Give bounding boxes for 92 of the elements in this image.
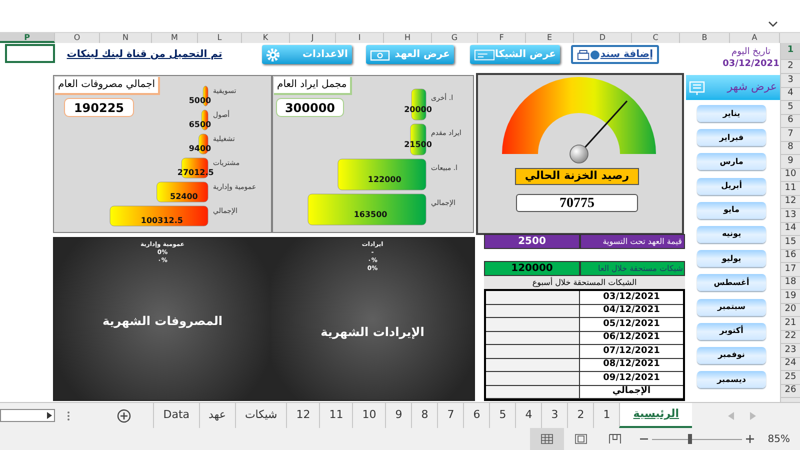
table-cell-text: 08/12/2021: [602, 358, 661, 371]
row-header[interactable]: 5: [781, 101, 800, 114]
download-link[interactable]: تم التحميل من قناة لينك لينكات: [52, 47, 237, 62]
bar-value-label: 21500: [404, 140, 432, 149]
page-layout-icon: [574, 434, 587, 444]
row-header[interactable]: 22: [781, 330, 800, 344]
month-button[interactable]: يوليو: [697, 250, 766, 268]
month-button[interactable]: أكتوبر: [697, 322, 766, 340]
row-header[interactable]: 19: [781, 290, 800, 304]
panel-title: مجمل ايراد العام: [274, 77, 352, 95]
row-header[interactable]: 3: [781, 74, 800, 88]
date-label: تاريخ اليوم: [732, 46, 770, 58]
needle-knob: [570, 144, 588, 164]
month-button[interactable]: أغسطس: [697, 274, 766, 292]
row-header[interactable]: 8: [781, 142, 800, 155]
panel-title: اجمالي مصروفات العام: [55, 77, 160, 95]
view-button[interactable]: [530, 428, 564, 450]
row-header[interactable]: 18: [781, 276, 800, 290]
selected-cell[interactable]: [5, 44, 55, 63]
row-header[interactable]: 6: [781, 114, 800, 128]
total-box: 300000: [276, 98, 344, 117]
row-header[interactable]: 2: [781, 60, 800, 74]
grid-icon: [540, 434, 553, 444]
horizontal-scrollbar[interactable]: [0, 409, 55, 422]
banknote-icon: [370, 48, 390, 60]
row-header[interactable]: 10: [781, 168, 800, 182]
page-break-icon: [608, 434, 621, 444]
zoom-in-icon[interactable]: [746, 435, 754, 443]
slider-thumb[interactable]: [688, 434, 692, 444]
table-cell: 120000: [484, 261, 580, 276]
table-cell-text: 05/12/2021: [602, 318, 661, 330]
row-header[interactable]: 15: [781, 236, 800, 250]
row-header[interactable]: 23: [781, 344, 800, 358]
bar-value-label: 20000: [404, 105, 432, 114]
row-header[interactable]: 21: [781, 317, 800, 330]
month-button[interactable]: يونيه: [697, 226, 766, 243]
month-button[interactable]: فبراير: [697, 129, 766, 146]
more-icon[interactable]: [67, 410, 70, 420]
row-header[interactable]: 24: [781, 358, 800, 371]
month-view-button[interactable]: عرض شهر: [686, 75, 780, 100]
row-header[interactable]: 26: [781, 384, 800, 398]
total-box: 190225: [64, 98, 134, 117]
row-header[interactable]: 4: [781, 88, 800, 101]
row-header[interactable]: 11: [781, 182, 800, 196]
arrow-right-icon[interactable]: [47, 412, 52, 419]
row-header[interactable]: 12: [781, 196, 800, 209]
table-cell-text: 03/12/2021: [602, 291, 661, 304]
table-cell: شيكات مستحقة خلال العا: [580, 261, 685, 276]
list-icon: [689, 80, 705, 94]
bar-value-label: 52400: [170, 192, 198, 201]
column-header[interactable]: P: [0, 33, 55, 43]
date-value: 03/12/2021: [722, 58, 780, 70]
row-header[interactable]: 20: [781, 304, 800, 317]
table-cell-text: 04/12/2021: [602, 304, 661, 317]
settings-icon: [266, 48, 280, 62]
chart-title: المصروفات الشهرية: [101, 313, 224, 330]
table-cell-text: الإجمالي: [611, 386, 652, 398]
table-cell-text: 09/12/2021: [602, 372, 661, 384]
row-header[interactable]: 1: [781, 43, 800, 60]
chevron-down-icon[interactable]: [768, 21, 778, 27]
row-header[interactable]: 9: [781, 155, 800, 168]
month-button[interactable]: يناير: [697, 105, 766, 122]
bar: [156, 182, 208, 202]
cheque-icon: [474, 48, 495, 60]
toolbar-button[interactable]: إضافة سند: [571, 45, 659, 64]
table-cell: 2500: [484, 234, 580, 249]
bar-value-label: 122000: [368, 175, 402, 184]
bar-value-label: 163500: [354, 210, 388, 219]
chart-title: الإيرادات الشهرية: [320, 324, 426, 341]
sheet-tab[interactable]: الرئيسية: [619, 403, 692, 428]
row-header[interactable]: 16: [781, 250, 800, 263]
row-header[interactable]: 25: [781, 371, 800, 384]
add-sheet-icon[interactable]: [117, 408, 131, 422]
row-header[interactable]: 7: [781, 128, 800, 142]
row-header[interactable]: 13: [781, 209, 800, 222]
month-button[interactable]: نوفمبر: [697, 346, 766, 364]
bar-value-label: 100312.5: [140, 216, 183, 225]
row-header[interactable]: 14: [781, 222, 800, 236]
table-cell-text: 07/12/2021: [602, 345, 661, 358]
table-header: الشيكات المستحقة خلال أسبوع: [484, 276, 685, 289]
table-cell: قيمة العهد تحت التسوية: [580, 234, 685, 249]
balance-box: 70775: [516, 194, 638, 212]
row-header[interactable]: 17: [781, 263, 800, 276]
gauge-title: رصيد الخزنة الحالي: [515, 168, 639, 185]
month-button[interactable]: مارس: [697, 153, 766, 170]
table-cell-text: 06/12/2021: [602, 332, 661, 344]
month-button[interactable]: ديسمبر: [697, 371, 766, 388]
month-button[interactable]: مايو: [697, 202, 766, 219]
month-button[interactable]: أبريل: [697, 178, 766, 195]
printer-icon: [577, 48, 600, 60]
zoom-level[interactable]: 85%: [768, 432, 790, 446]
month-button[interactable]: سبتمبر: [697, 298, 766, 316]
